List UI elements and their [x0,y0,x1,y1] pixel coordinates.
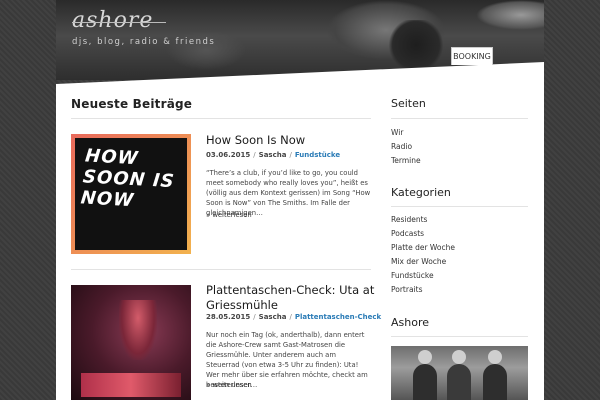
post-divider [71,269,371,270]
dj-deck [81,373,181,397]
post-meta: 28.05.2015/Sascha / Plattentaschen-Check [206,313,382,321]
post-category-link[interactable]: Plattentaschen-Check [295,313,381,321]
sidebar-item-residents[interactable]: Residents [391,213,455,227]
sidebar-divider [391,206,528,207]
sidebar-item-podcasts[interactable]: Podcasts [391,227,455,241]
sidebar-item-mix-der-woche[interactable]: Mix der Woche [391,255,455,269]
post-title[interactable]: Plattentaschen-Check: Uta at Griessmühle [206,283,376,313]
sidebar-item-radio[interactable]: Radio [391,140,421,154]
post-author[interactable]: Sascha [259,313,287,321]
read-more-link[interactable]: » weiterlesen [206,381,252,389]
post-date: 03.06.2015 [206,151,251,159]
post-category-link[interactable]: Fundstücke [295,151,340,159]
read-more-link[interactable]: » weiterlesen [206,211,252,219]
site-tagline: djs, blog, radio & friends [72,37,216,47]
main-heading-divider [71,118,371,119]
post-date: 28.05.2015 [206,313,251,321]
sidebar-divider [391,118,528,119]
sidebar-item-wir[interactable]: Wir [391,126,421,140]
sidebar-heading-kategorien: Kategorien [391,186,451,199]
post-thumbnail-uta[interactable] [71,285,191,400]
sidebar-item-termine[interactable]: Termine [391,154,421,168]
post-title[interactable]: How Soon Is Now [206,133,376,148]
dj-figure [119,300,157,360]
post-meta: 03.06.2015/Sascha / Fundstücke [206,151,341,159]
sidebar-list-seiten: Wir Radio Termine [391,126,421,168]
site-logo[interactable]: ashore [72,8,153,33]
main-heading: Neueste Beiträge [71,97,193,111]
sidebar-item-fundstuecke[interactable]: Fundstücke [391,269,455,283]
booking-tab[interactable]: BOOKING [451,47,493,65]
post-author[interactable]: Sascha [259,151,287,159]
logo-underline [72,22,166,23]
sidebar-item-portraits[interactable]: Portraits [391,283,455,297]
ashore-crew-photo[interactable] [391,346,528,400]
post-thumbnail-how-soon-is-now[interactable]: HOW SOON IS NOW [71,134,191,254]
sidebar-heading-ashore: Ashore [391,316,430,329]
thumbnail-text: HOW SOON IS NOW [79,145,176,212]
sidebar-heading-seiten: Seiten [391,97,426,110]
sidebar-list-kategorien: Residents Podcasts Platte der Woche Mix … [391,213,455,297]
sidebar-divider [391,336,528,337]
sidebar-item-platte-der-woche[interactable]: Platte der Woche [391,241,455,255]
